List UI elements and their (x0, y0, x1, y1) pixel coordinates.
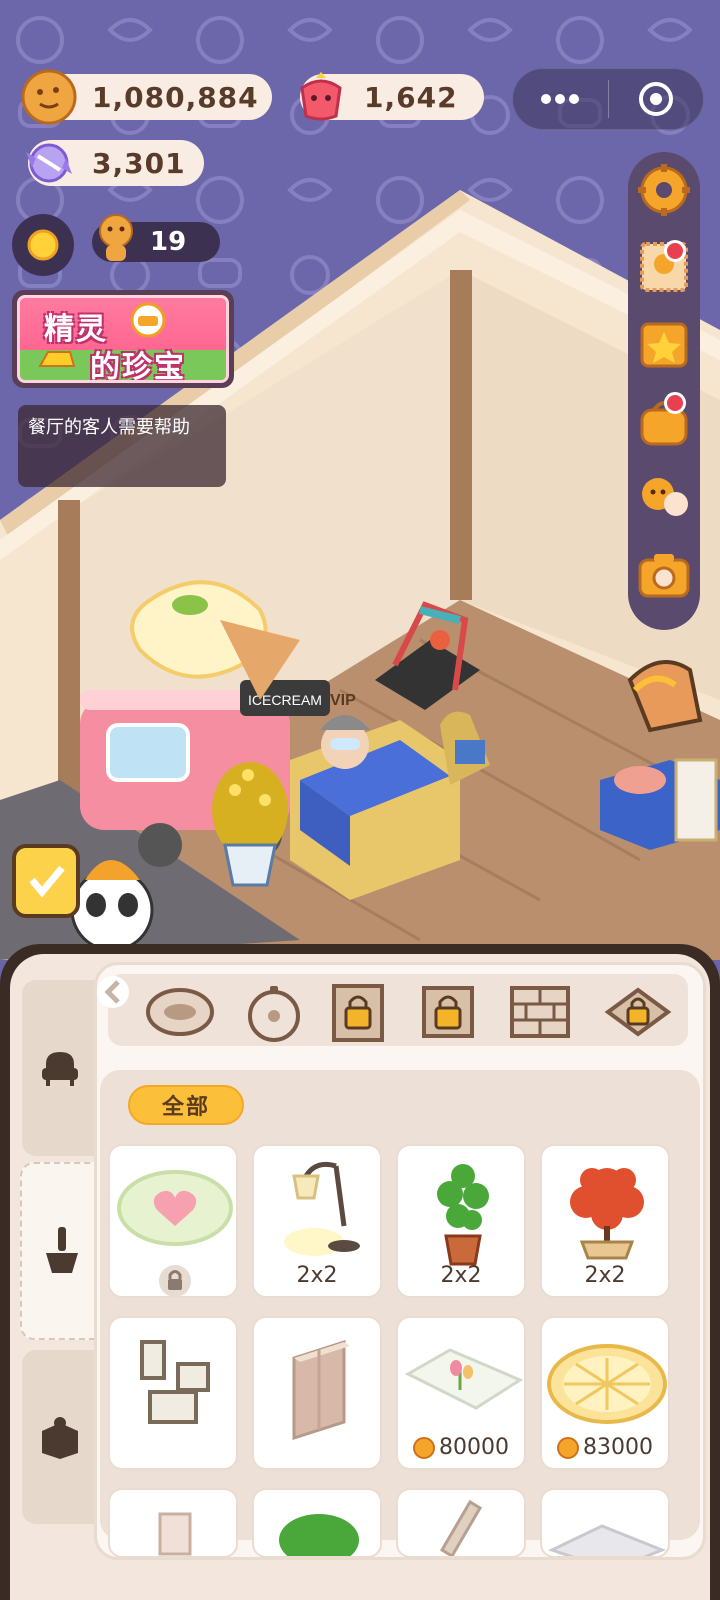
chevron-left-icon[interactable] (96, 970, 130, 1014)
cookie-amount: 1,080,884 (92, 80, 259, 114)
gem-amount: 1,642 (364, 80, 458, 114)
picture-frames-image (140, 1340, 210, 1424)
rug-oval-icon[interactable] (144, 980, 216, 1044)
item-card-potted-plant[interactable]: 2x2 (396, 1144, 526, 1298)
paint-brush-icon (46, 1227, 78, 1273)
lock-wall-2-icon[interactable] (412, 980, 484, 1044)
brick-wall-icon[interactable] (504, 980, 576, 1044)
item-card-floor-lamp[interactable]: 2x2 (252, 1144, 382, 1298)
item-size-label: 2x2 (296, 1263, 338, 1288)
armchair-icon (42, 1052, 78, 1086)
tab-storage[interactable] (22, 1350, 98, 1524)
candy-currency[interactable]: 3,301 (26, 140, 204, 186)
item-card-wall-panel[interactable] (252, 1316, 382, 1470)
event-title-line2: 的珍宝 (90, 350, 186, 383)
event-banner[interactable]: 精灵 的珍宝 (12, 290, 234, 388)
miniprogram-capsule (512, 68, 704, 130)
cookie-icon (21, 69, 77, 125)
lock-wall-icon[interactable] (322, 980, 394, 1044)
item-price: 80000 (398, 1435, 524, 1460)
vip-label: VIP (330, 692, 356, 709)
shelf-image (158, 1512, 192, 1556)
storage-box-icon (42, 1417, 78, 1459)
sun-icon[interactable] (12, 214, 74, 276)
item-card-lemon-rug[interactable]: 83000 (540, 1316, 670, 1470)
item-card-partial-2[interactable] (252, 1488, 382, 1558)
camera-icon[interactable] (636, 546, 692, 602)
star-shop-icon[interactable] (636, 316, 692, 372)
lock-icon (159, 1265, 191, 1296)
friends-icon[interactable] (636, 470, 692, 526)
item-card-tulip-rug[interactable]: 80000 (396, 1316, 526, 1470)
more-dots-icon (541, 94, 580, 104)
gingerbread-icon (99, 214, 133, 261)
cookie-coin-icon (557, 1436, 579, 1459)
jelly-gem-icon (300, 72, 342, 121)
more-button[interactable] (513, 69, 608, 129)
mirror-image (439, 1499, 483, 1556)
stamp-notification-dot (664, 240, 686, 262)
wall-panel-image (292, 1339, 350, 1441)
item-card-partial-3[interactable] (396, 1488, 526, 1558)
item-price: 83000 (542, 1435, 668, 1460)
item-card-picture-frames[interactable] (108, 1316, 238, 1470)
item-card-maple-tree[interactable]: 2x2 (540, 1144, 670, 1298)
tab-furniture[interactable] (22, 980, 98, 1156)
rug-round-icon[interactable] (238, 980, 310, 1044)
cookie-coin-icon (413, 1436, 435, 1459)
treasure-icon (130, 302, 166, 338)
settings-icon[interactable] (636, 162, 692, 218)
candy-icon (26, 143, 72, 183)
item-card-partial-1[interactable] (108, 1488, 238, 1558)
target-circle-icon (638, 82, 673, 116)
close-miniprogram-button[interactable] (609, 69, 704, 129)
gem-currency[interactable]: 1,642 (300, 72, 484, 121)
item-card-heart-rug[interactable] (108, 1144, 238, 1298)
blue-sofa (600, 758, 720, 850)
gold-bar-icon (38, 351, 76, 367)
item-size-label: 2x2 (440, 1263, 482, 1288)
fern-image (279, 1514, 359, 1556)
helper-counter[interactable]: 19 (92, 214, 220, 262)
cookie-currency[interactable]: 1,080,884 (21, 69, 272, 125)
item-card-partial-4[interactable] (540, 1488, 670, 1558)
filter-all-chip[interactable]: 全部 (128, 1085, 244, 1125)
helper-count: 19 (150, 227, 187, 257)
lock-floor-icon[interactable] (602, 980, 674, 1044)
item-size-label: 2x2 (584, 1263, 626, 1288)
task-hint-text: 餐厅的客人需要帮助 (28, 417, 190, 438)
grey-rug-image (548, 1524, 667, 1556)
task-hint[interactable]: 餐厅的客人需要帮助 (18, 405, 226, 487)
bag-notification-dot (664, 392, 686, 414)
tab-decoration[interactable] (20, 1162, 102, 1340)
candy-amount: 3,301 (92, 146, 186, 180)
task-checklist-icon (12, 844, 80, 918)
